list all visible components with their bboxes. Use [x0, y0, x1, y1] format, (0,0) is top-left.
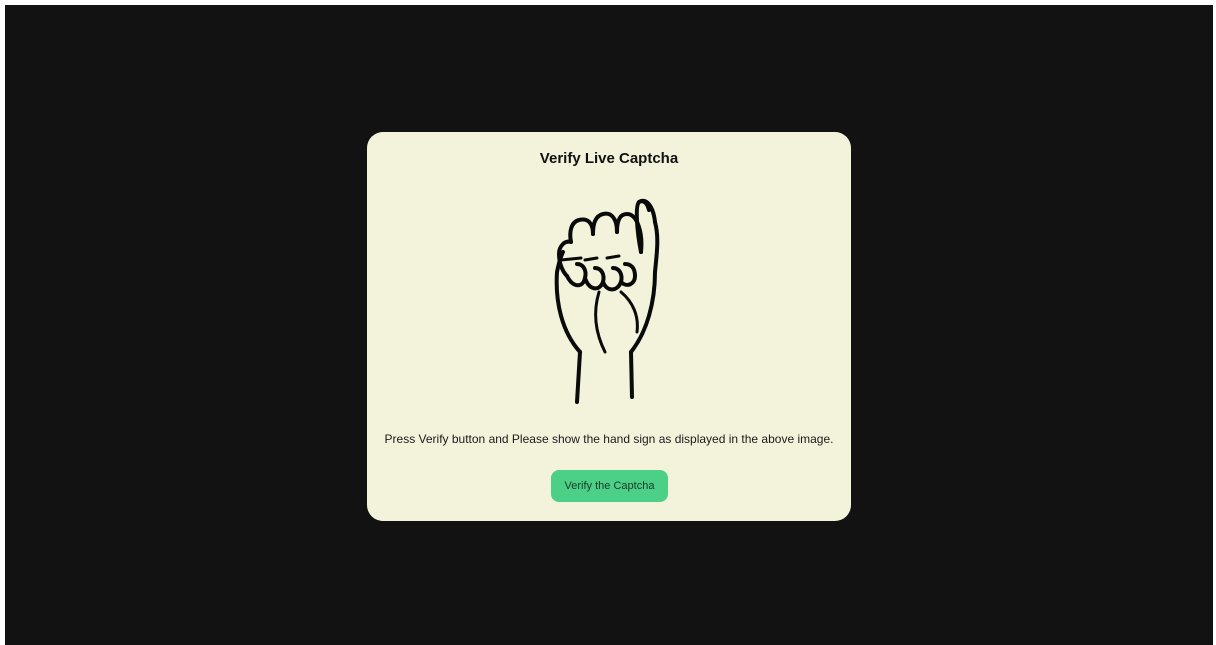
captcha-title: Verify Live Captcha: [539, 150, 679, 167]
page-background: Verify Live Captcha Press Verify button …: [5, 5, 1213, 645]
captcha-instructions: Press Verify button and Please show the …: [384, 432, 834, 446]
captcha-card: Verify Live Captcha Press Verify button …: [367, 132, 851, 521]
verify-captcha-button[interactable]: Verify the Captcha: [551, 470, 668, 502]
fist-hand-sign-icon: [554, 198, 660, 404]
